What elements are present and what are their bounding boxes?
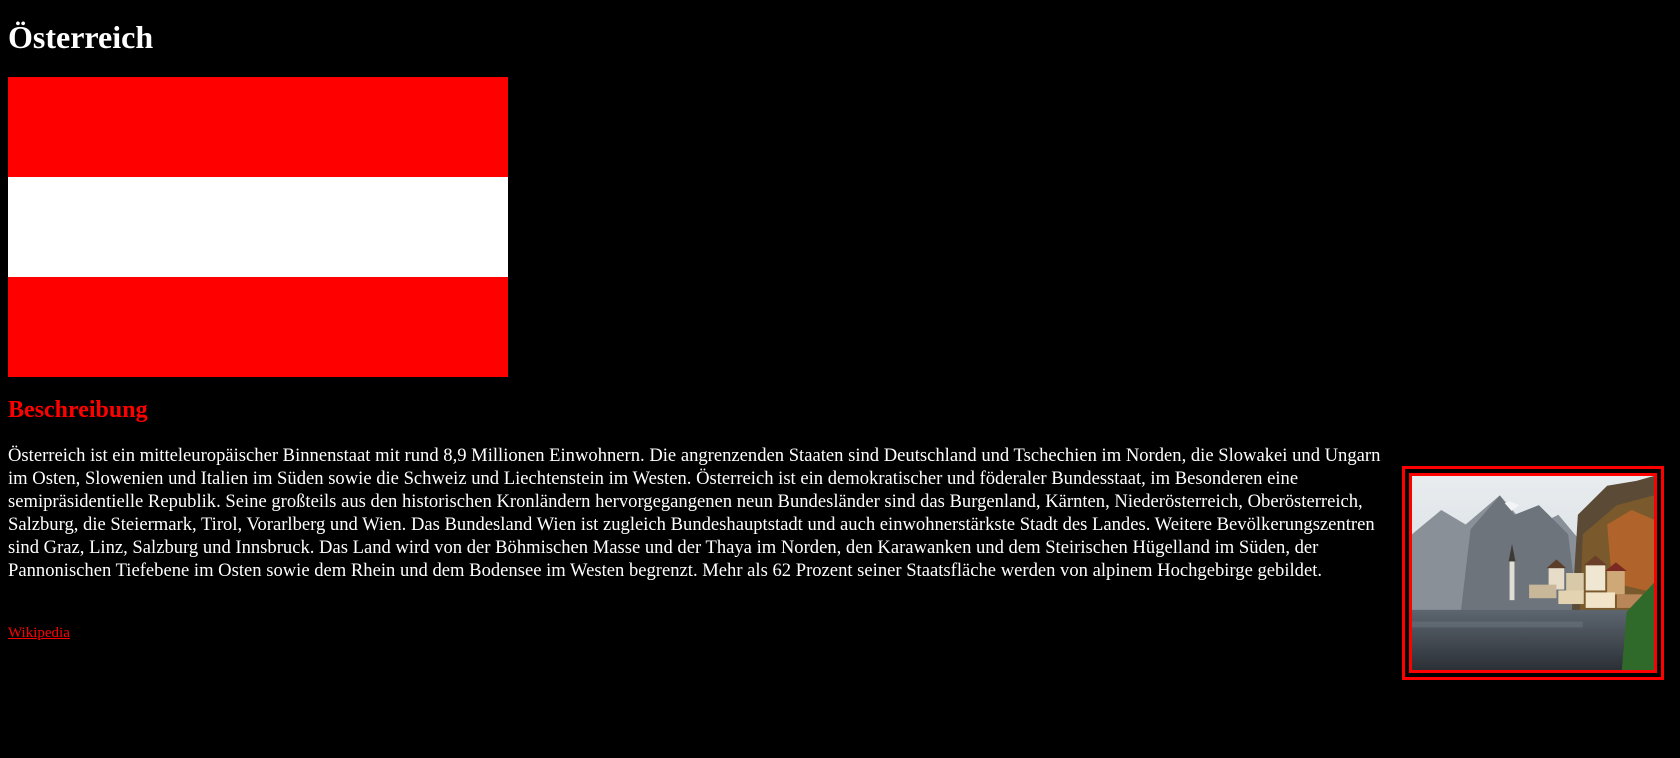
description-text: Österreich ist ein mitteleuropäischer Bi… [8, 445, 1381, 581]
austria-flag [8, 77, 508, 377]
flag-stripe-top [8, 77, 508, 177]
landscape-image [1412, 476, 1654, 670]
wikipedia-link[interactable]: Wikipedia [8, 624, 70, 642]
flag-stripe-middle [8, 177, 508, 277]
flag-stripe-bottom [8, 277, 508, 377]
hallstatt-photo-frame [1402, 466, 1664, 680]
page-title: Österreich [8, 19, 154, 55]
section-heading: Beschreibung [8, 397, 148, 423]
hallstatt-photo [1409, 473, 1657, 673]
